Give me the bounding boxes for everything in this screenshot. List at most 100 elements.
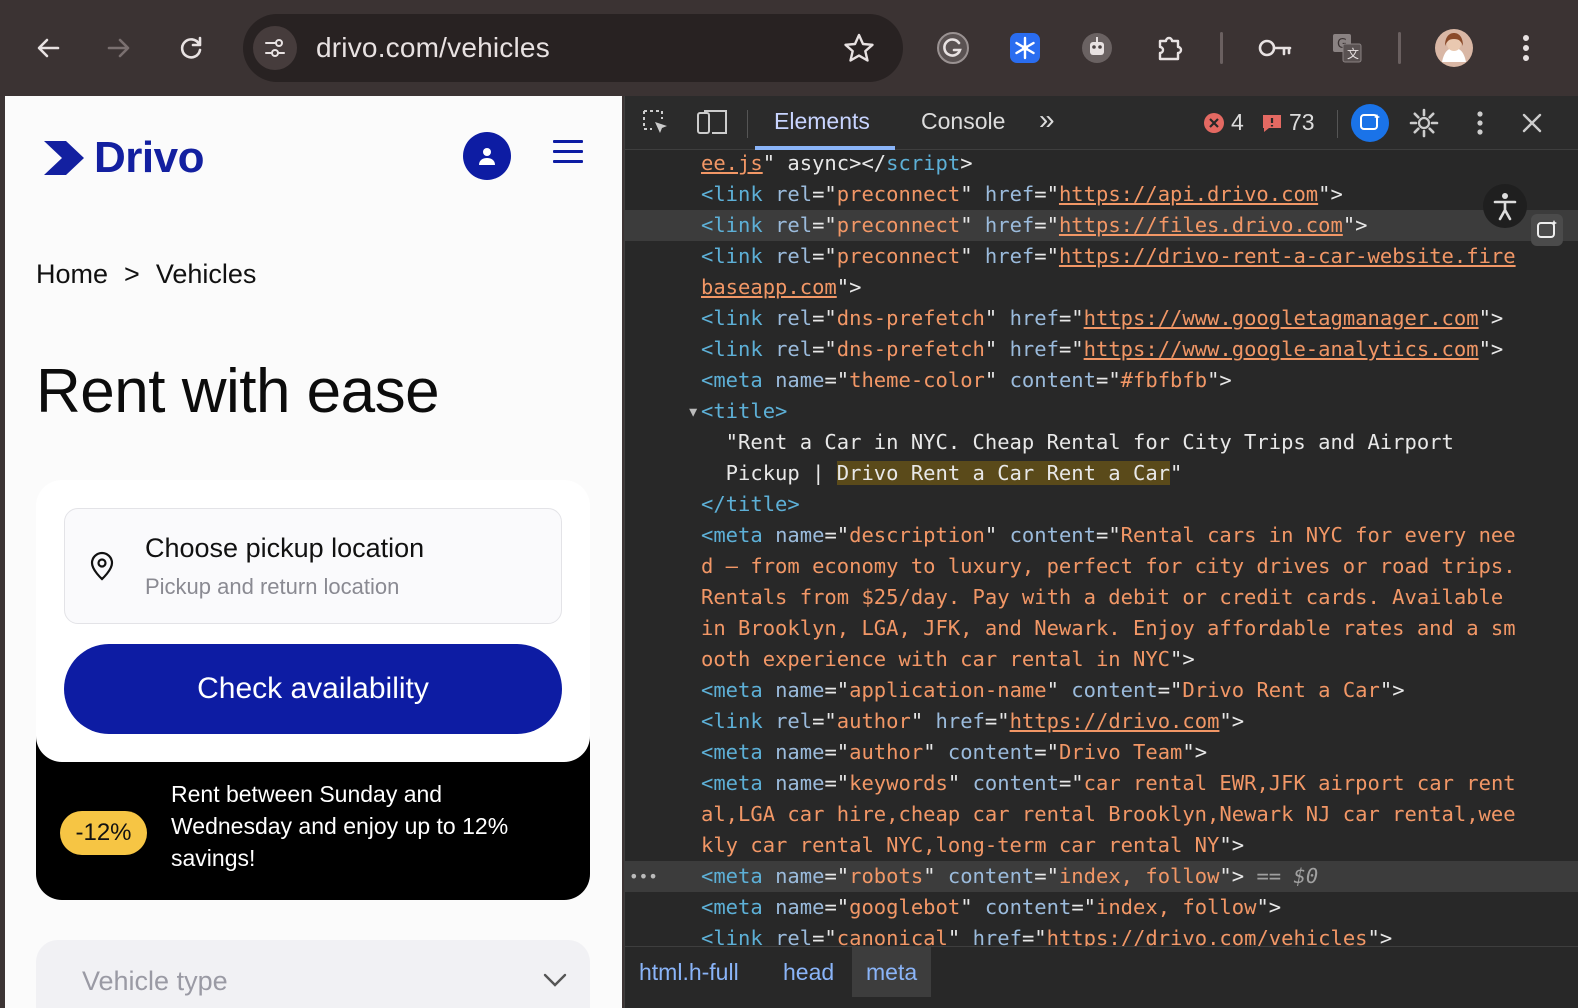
code-token[interactable]: baseapp.com	[701, 275, 837, 299]
check-availability-button[interactable]: Check availability	[64, 644, 562, 734]
code-token: content	[984, 895, 1072, 919]
crumb-html[interactable]: html.h-full	[625, 947, 753, 997]
code-token[interactable]: https://www.google-analytics.com	[1084, 337, 1479, 361]
inspect-element-button[interactable]	[637, 104, 675, 142]
site-settings-button[interactable]	[253, 26, 297, 70]
dom-node-line[interactable]: </title>	[625, 489, 1578, 520]
dom-node-line[interactable]: kly car rental NYC,long-term car rental …	[625, 830, 1578, 861]
back-button[interactable]	[28, 28, 68, 68]
elements-tree[interactable]: ee.js" async></script> <link rel="preconn…	[625, 150, 1578, 946]
warnings-counter[interactable]: 73	[1261, 109, 1315, 136]
dom-node-line[interactable]: <meta name="theme-color" content="#fbfbf…	[625, 365, 1578, 396]
dom-node-line[interactable]: <link rel="preconnect" href="https://dri…	[625, 241, 1578, 272]
code-token: al,LGA car hire,cheap car rental Brookly…	[701, 802, 1516, 826]
crumb-head[interactable]: head	[769, 947, 848, 997]
code-token: googlebot	[849, 895, 961, 919]
extensions-button[interactable]	[1150, 28, 1190, 68]
translate-button[interactable]: G文	[1327, 28, 1367, 68]
chrome-menu-button[interactable]	[1506, 28, 1546, 68]
address-bar[interactable]: drivo.com/vehicles	[243, 14, 903, 82]
code-token: author	[836, 709, 911, 733]
dom-node-line[interactable]: al,LGA car hire,cheap car rental Brookly…	[625, 799, 1578, 830]
tab-elements[interactable]: Elements	[774, 108, 870, 135]
more-tabs-button[interactable]: »	[1039, 104, 1055, 136]
passwords-button[interactable]	[1255, 28, 1295, 68]
dom-node-line[interactable]: ▾ <title>	[625, 396, 1578, 427]
hamburger-menu-button[interactable]	[553, 140, 583, 170]
crumb-meta[interactable]: meta	[852, 947, 932, 997]
ai-assistance-button[interactable]	[1351, 104, 1389, 142]
code-token: ="	[812, 182, 837, 206]
dom-node-line[interactable]: <meta name="author" content="Drivo Team"…	[625, 737, 1578, 768]
code-token: Drivo Team	[1058, 740, 1183, 764]
dom-node-line[interactable]: <link rel="dns-prefetch" href="https://w…	[625, 303, 1578, 334]
code-token[interactable]: https://drivo-rent-a-car-website.fire	[1059, 244, 1516, 268]
snowflake-extension[interactable]	[1005, 28, 1045, 68]
drivo-logo[interactable]: Drivo	[42, 133, 204, 183]
code-token: ="	[1034, 740, 1059, 764]
forward-button[interactable]	[99, 28, 139, 68]
close-devtools-button[interactable]	[1513, 104, 1551, 142]
node-actions-icon[interactable]: •••	[629, 861, 658, 892]
code-token[interactable]: ee.js	[701, 151, 763, 175]
dom-node-line[interactable]: <meta name="keywords" content="car renta…	[625, 768, 1578, 799]
accessibility-button[interactable]	[1483, 184, 1527, 228]
device-toolbar-button[interactable]	[693, 104, 731, 142]
expand-triangle-icon[interactable]: ▾	[687, 396, 699, 427]
dom-node-line[interactable]: in Brooklyn, LGA, JFK, and Newark. Enjoy…	[625, 613, 1578, 644]
code-token: ">	[1170, 647, 1195, 671]
code-token: name	[775, 678, 825, 702]
pickup-location-field[interactable]: Choose pickup location Pickup and return…	[64, 508, 562, 624]
robot-extension[interactable]	[1077, 28, 1117, 68]
tab-console[interactable]: Console	[921, 108, 1005, 135]
errors-counter[interactable]: 4	[1203, 109, 1244, 136]
ai-explain-button[interactable]	[1531, 214, 1563, 246]
code-token: ">	[1182, 740, 1208, 764]
dom-node-line[interactable]: <link rel="preconnect" href="https://api…	[625, 179, 1578, 210]
dom-node-line[interactable]: Rentals from $25/day. Pay with a debit o…	[625, 582, 1578, 613]
dom-node-line[interactable]: <link rel="dns-prefetch" href="https://w…	[625, 334, 1578, 365]
robot-icon	[1082, 33, 1112, 63]
bookmark-button[interactable]	[841, 30, 877, 66]
selected-dom-node[interactable]: ••• <meta name="robots" content="index, f…	[625, 861, 1578, 892]
code-token: content	[972, 771, 1059, 795]
breadcrumb-home[interactable]: Home	[36, 259, 108, 290]
dom-node-line[interactable]: d – from economy to luxury, perfect for …	[625, 551, 1578, 582]
ai-chat-icon	[1360, 114, 1380, 130]
dom-node-line[interactable]: <meta name="application-name" content="D…	[625, 675, 1578, 706]
code-token: <link	[701, 213, 776, 237]
toolbar-divider	[1398, 32, 1401, 64]
dom-node-line[interactable]: ooth experience with car rental in NYC">	[625, 644, 1578, 675]
account-button[interactable]	[463, 132, 511, 180]
code-token[interactable]: https://drivo.com/vehicles	[1047, 926, 1368, 946]
dom-node-line[interactable]: ee.js" async></script>	[625, 150, 1578, 179]
code-token: ="	[1058, 337, 1084, 361]
profile-avatar[interactable]	[1434, 28, 1474, 68]
code-token: ">	[1207, 368, 1232, 392]
pickup-sublabel: Pickup and return location	[145, 574, 400, 599]
dom-node-line[interactable]: <meta name="description" content="Rental…	[625, 520, 1578, 551]
vehicle-type-select[interactable]: Vehicle type	[36, 940, 590, 1008]
dom-node-line[interactable]: <link rel="author" href="https://drivo.c…	[625, 706, 1578, 737]
dom-node-line[interactable]: baseapp.com">	[625, 272, 1578, 303]
gear-icon	[1409, 108, 1439, 138]
code-token: <meta	[701, 771, 776, 795]
code-token[interactable]: https://files.drivo.com	[1059, 213, 1343, 237]
snowflake-icon	[1010, 33, 1040, 63]
code-token: ="	[824, 864, 850, 888]
dom-node-line[interactable]: Pickup | Drivo Rent a Car Rent a Car"	[625, 458, 1578, 489]
code-token: index, follow	[1058, 864, 1220, 888]
reload-button[interactable]	[171, 28, 211, 68]
code-token[interactable]: https://drivo.com	[1010, 709, 1220, 733]
grammarly-extension[interactable]	[933, 28, 973, 68]
code-token[interactable]: https://api.drivo.com	[1059, 182, 1318, 206]
dom-node-line[interactable]: "Rent a Car in NYC. Cheap Rental for Cit…	[625, 427, 1578, 458]
url-text[interactable]: drivo.com/vehicles	[316, 32, 550, 64]
dom-node-line[interactable]: <meta name="googlebot" content="index, f…	[625, 892, 1578, 923]
dom-node-line[interactable]: <link rel="preconnect" href="https://fil…	[625, 210, 1578, 241]
dom-node-line[interactable]: <link rel="canonical" href="https://driv…	[625, 923, 1578, 946]
devtools-settings-button[interactable]	[1405, 104, 1443, 142]
menu-line	[553, 160, 583, 163]
code-token[interactable]: https://www.googletagmanager.com	[1084, 306, 1479, 330]
devtools-more-button[interactable]	[1461, 104, 1499, 142]
